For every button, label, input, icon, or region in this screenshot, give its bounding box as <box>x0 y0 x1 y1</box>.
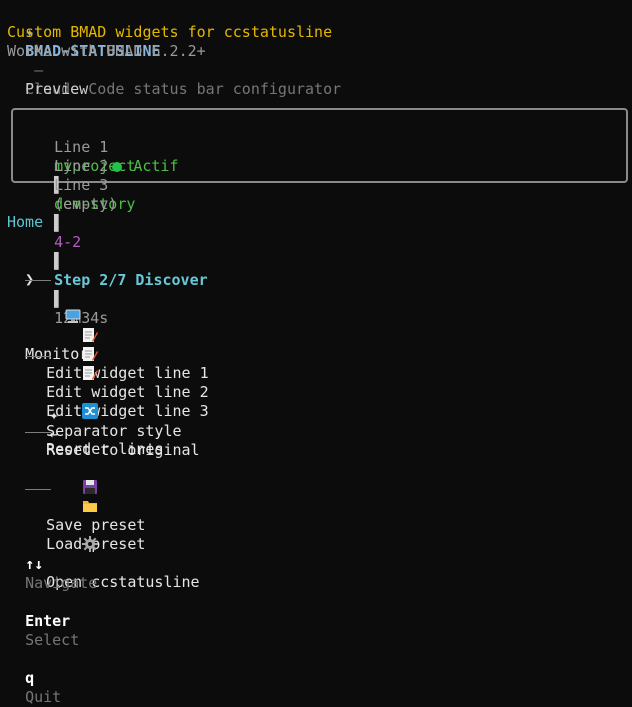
menu-item-label: Separator style <box>46 422 182 440</box>
menu-item-load-preset[interactable]: Load preset <box>28 460 145 553</box>
menu-divider <box>25 356 51 357</box>
quit-label: Quit <box>25 688 62 706</box>
header-line: ✦ BMAD-STATUSLINE — Claude Code status b… <box>7 4 341 98</box>
line-3-value: (empty) <box>54 195 118 213</box>
quit-key: q <box>25 669 35 687</box>
line-3-label: Line 3 <box>54 176 109 194</box>
menu-item-reset-original[interactable]: ↩ Reset to original <box>28 403 200 459</box>
step-segment: Step 2/7 Discover <box>54 271 208 289</box>
folder-icon <box>46 479 98 512</box>
enter-label: Select <box>25 631 80 649</box>
preview-label: Preview <box>25 80 89 98</box>
preview-line-3: Line 3 (empty) <box>18 157 117 213</box>
preview-line-1: Line 1 myproject ▌ dev-story ▌ 4-2 ▌ Ste… <box>18 119 208 327</box>
menu-item-edit-line-3[interactable]: Edit widget line 3 <box>28 327 209 420</box>
story-segment: 4-2 <box>54 233 82 251</box>
menu-divider <box>25 489 51 490</box>
gear-icon <box>46 517 99 552</box>
menu-divider <box>25 432 51 433</box>
navigate-keys: ↑↓ <box>25 555 44 573</box>
memo-icon <box>46 346 99 380</box>
menu-item-open-ccstatusline[interactable]: Open ccstatusline <box>28 498 200 591</box>
menu-item-separator-style[interactable]: ✦ Separator style <box>28 384 181 440</box>
menu-item-edit-line-2[interactable]: Edit widget line 2 <box>28 308 209 401</box>
menu-divider <box>25 280 51 281</box>
segment-separator: ▌ <box>54 214 64 232</box>
menu-item-save-preset[interactable]: Save preset <box>28 441 145 534</box>
menu-title: Home <box>7 213 44 231</box>
menu-item-monitor[interactable]: ❯ Monitor <box>7 251 88 363</box>
footer-help: ↑↓ Navigate Enter Select q Quit <box>7 536 97 706</box>
tagline: Custom BMAD widgets for ccstatusline <box>7 23 333 41</box>
selection-caret-icon: ❯ <box>25 270 35 288</box>
menu-item-edit-line-1[interactable]: Edit widget line 1 <box>28 289 209 382</box>
enter-key: Enter <box>25 612 71 630</box>
menu-item-reorder-lines[interactable]: Reorder lines <box>28 365 163 458</box>
preview-box: Line 1 myproject ▌ dev-story ▌ 4-2 ▌ Ste… <box>11 108 628 327</box>
header-separator: — <box>25 61 53 79</box>
navigate-label: Navigate <box>25 574 98 592</box>
status-segment: Actif <box>133 157 179 175</box>
return-icon: ↩ <box>49 425 59 443</box>
version-note: Works with BMAD 6.2.2+ <box>7 42 206 60</box>
preview-line-2: Line 2 Actif <box>18 138 178 175</box>
